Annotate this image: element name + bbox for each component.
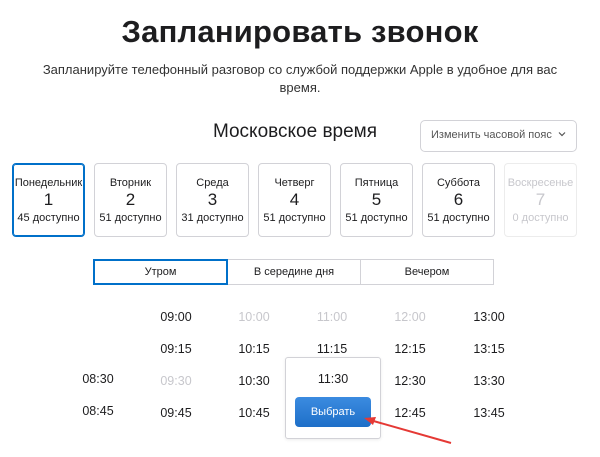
day-availability: 45 доступно — [17, 212, 80, 224]
time-slot[interactable]: 12:30 — [380, 374, 440, 388]
time-slot[interactable]: 12:15 — [380, 342, 440, 356]
day-availability: 31 доступно — [181, 212, 244, 224]
day-date: 1 — [43, 190, 54, 209]
tab-morning[interactable]: Утром — [93, 259, 228, 285]
day-card-tuesday[interactable]: Вторник 2 51 доступно — [94, 163, 167, 237]
time-slot[interactable]: 13:00 — [459, 310, 519, 324]
time-slot[interactable]: 11:15 — [302, 342, 362, 356]
selected-time: 11:30 — [317, 372, 349, 386]
day-name: Вторник — [109, 177, 152, 189]
time-slot[interactable]: 09:00 — [146, 310, 206, 324]
day-card-monday[interactable]: Понедельник 1 45 доступно — [12, 163, 85, 237]
time-slot[interactable]: 09:15 — [146, 342, 206, 356]
day-card-friday[interactable]: Пятница 5 51 доступно — [340, 163, 413, 237]
day-date: 4 — [289, 190, 300, 209]
day-picker: Понедельник 1 45 доступно Вторник 2 51 д… — [12, 163, 582, 237]
timezone-label: Московское время — [212, 121, 378, 142]
day-availability: 51 доступно — [263, 212, 326, 224]
time-slot: 12:00 — [394, 310, 426, 324]
day-name: Суббота — [436, 177, 481, 189]
timezone-select-placeholder: Изменить часовой пояс — [431, 129, 552, 141]
time-slot[interactable]: 13:30 — [459, 374, 519, 388]
tab-evening[interactable]: Вечером — [360, 259, 494, 285]
day-name: Воскресенье — [507, 177, 574, 189]
page-subtitle: Запланируйте телефонный разговор со служ… — [42, 62, 558, 95]
time-slot: 10:00 — [238, 310, 270, 324]
day-name: Среда — [196, 177, 229, 189]
period-tabs: Утром В середине дня Вечером — [93, 259, 494, 285]
day-date: 6 — [453, 190, 464, 209]
day-date: 7 — [535, 190, 546, 209]
day-card-saturday[interactable]: Суббота 6 51 доступно — [422, 163, 495, 237]
day-availability: 51 доступно — [99, 212, 162, 224]
page-title: Запланировать звонок — [121, 14, 479, 49]
day-card-sunday: Воскресенье 7 0 доступно — [504, 163, 577, 237]
time-slot[interactable]: 10:30 — [224, 374, 284, 388]
time-slot: 09:30 — [160, 374, 192, 388]
timezone-select[interactable]: Изменить часовой пояс — [420, 120, 577, 152]
time-slot[interactable]: 08:30 — [68, 372, 128, 386]
day-date: 5 — [371, 190, 382, 209]
chevron-down-icon — [558, 132, 566, 137]
day-availability: 51 доступно — [427, 212, 490, 224]
time-slot[interactable]: 10:45 — [224, 406, 284, 420]
time-slot[interactable]: 10:15 — [224, 342, 284, 356]
time-slot[interactable]: 13:45 — [459, 406, 519, 420]
day-card-wednesday[interactable]: Среда 3 31 доступно — [176, 163, 249, 237]
day-card-thursday[interactable]: Четверг 4 51 доступно — [258, 163, 331, 237]
time-slot[interactable]: 08:45 — [68, 404, 128, 418]
day-availability: 0 доступно — [512, 212, 569, 224]
day-availability: 51 доступно — [345, 212, 408, 224]
time-slot[interactable]: 13:15 — [459, 342, 519, 356]
annotation-arrow-icon — [364, 417, 452, 444]
day-date: 2 — [125, 190, 136, 209]
time-slot: 11:00 — [316, 310, 348, 324]
day-date: 3 — [207, 190, 218, 209]
day-name: Понедельник — [14, 177, 83, 189]
tab-midday[interactable]: В середине дня — [227, 259, 361, 285]
time-slot[interactable]: 09:45 — [146, 406, 206, 420]
day-name: Четверг — [274, 177, 315, 189]
day-name: Пятница — [354, 177, 399, 189]
